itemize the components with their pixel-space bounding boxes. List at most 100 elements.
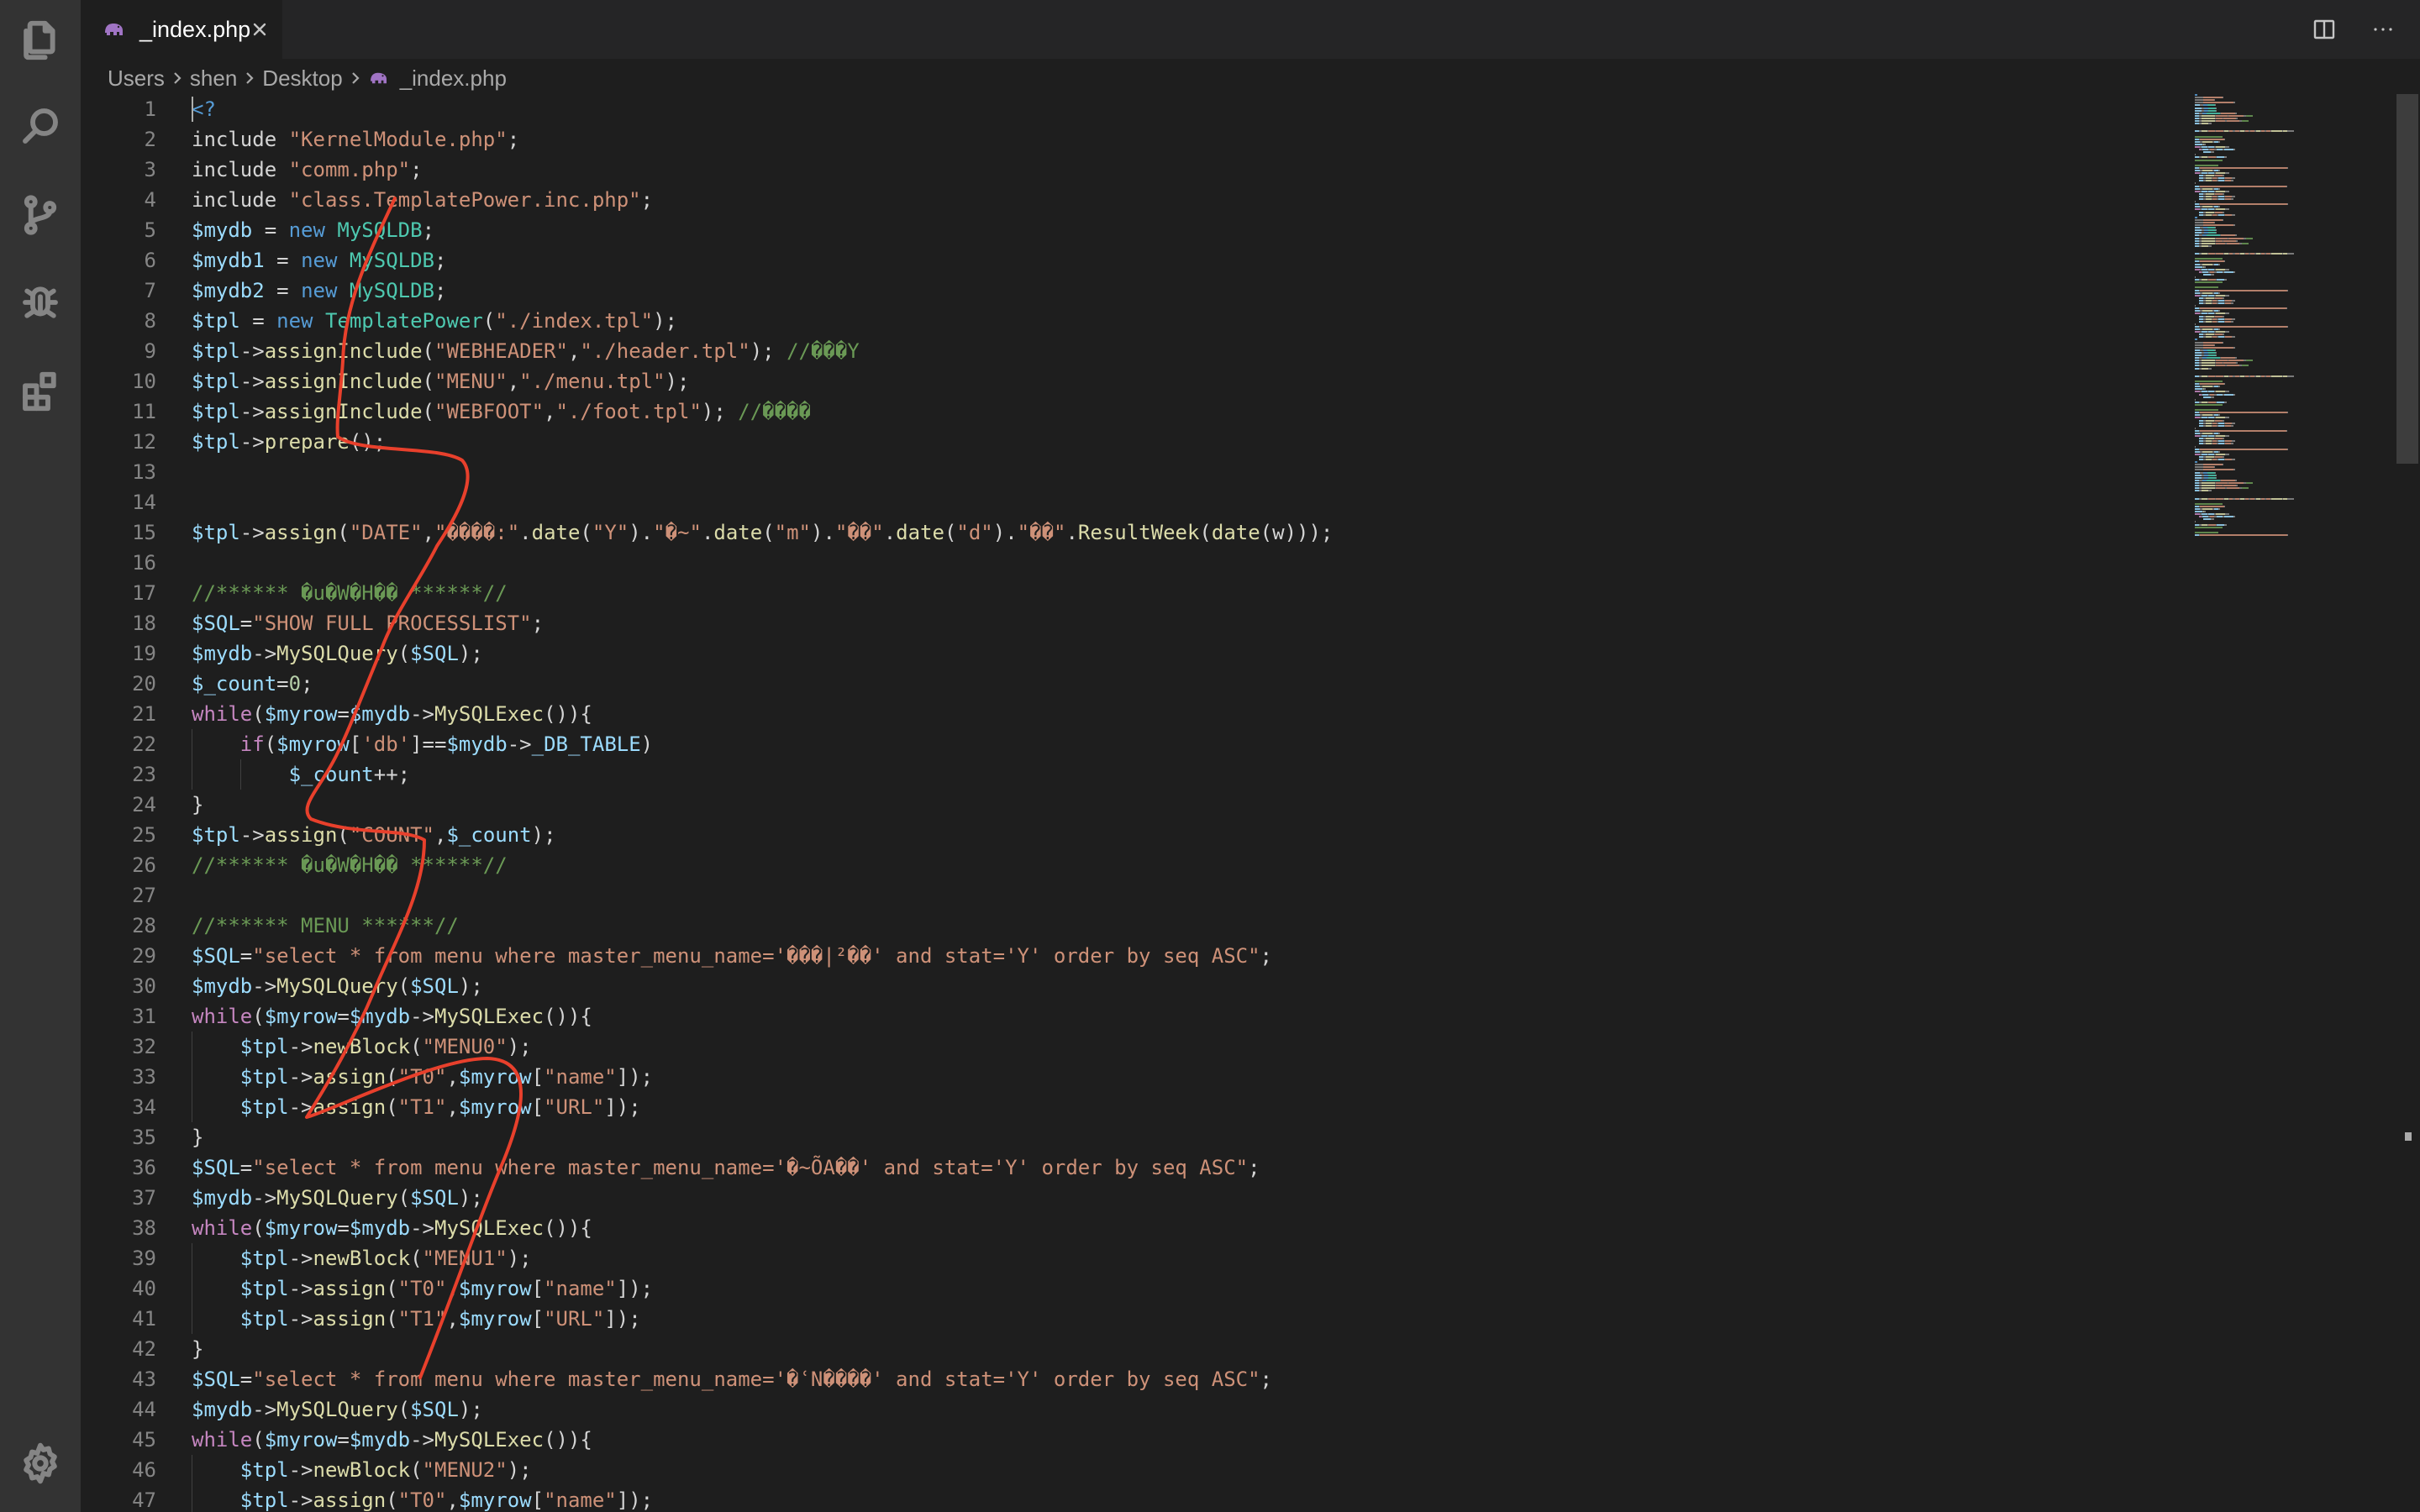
minimap-line bbox=[2217, 523, 2224, 526]
code-line[interactable]: $tpl->assign("T0",$myrow["name"]); bbox=[192, 1273, 2208, 1304]
minimap-line bbox=[2222, 419, 2224, 422]
code-editor[interactable]: 1 2 3 4 5 6 7 8 9 10 11 12 13 14 15 16 17 18 19 20 21 22 23 24 2… bbox=[81, 94, 2383, 1512]
code-line[interactable] bbox=[192, 548, 2208, 578]
close-tab-button[interactable] bbox=[249, 18, 271, 40]
code-line[interactable]: $tpl->assign("T1",$myrow["URL"]); bbox=[192, 1092, 2208, 1122]
code-line[interactable]: } bbox=[192, 1334, 2208, 1364]
code-line[interactable]: <? bbox=[192, 94, 2208, 124]
code-line[interactable]: $mydb->MySQLQuery($SQL); bbox=[192, 1394, 2208, 1425]
code-line[interactable]: $SQL="select * from menu where master_me… bbox=[192, 1152, 2208, 1183]
code-line[interactable]: $SQL="SHOW FULL PROCESSLIST"; bbox=[192, 608, 2208, 638]
minimap-line bbox=[2200, 448, 2287, 450]
code-token: ); bbox=[653, 309, 677, 333]
code-line[interactable]: $mydb->MySQLQuery($SQL); bbox=[192, 638, 2208, 669]
minimap-line bbox=[2222, 297, 2224, 299]
minimap-line bbox=[2217, 177, 2224, 180]
minimap-line bbox=[2201, 120, 2215, 122]
code-line[interactable]: $tpl->assign("T1",$myrow["URL"]); bbox=[192, 1304, 2208, 1334]
code-line[interactable]: while($myrow=$mydb->MySQLExec()){ bbox=[192, 1425, 2208, 1455]
minimap-line bbox=[2217, 198, 2224, 200]
code-line[interactable]: $mydb->MySQLQuery($SQL); bbox=[192, 1183, 2208, 1213]
code-line[interactable]: while($myrow=$mydb->MySQLExec()){ bbox=[192, 1001, 2208, 1032]
code-line[interactable]: $tpl->assign("COUNT",$_count); bbox=[192, 820, 2208, 850]
minimap-line bbox=[2216, 130, 2223, 133]
code-line[interactable] bbox=[192, 457, 2208, 487]
code-line[interactable]: include "KernelModule.php"; bbox=[192, 124, 2208, 155]
minimap-line bbox=[2195, 276, 2196, 278]
minimap[interactable] bbox=[2195, 94, 2396, 548]
code-line[interactable]: $tpl->prepare(); bbox=[192, 427, 2208, 457]
breadcrumb-file[interactable]: _index.php bbox=[368, 66, 507, 92]
code-line[interactable]: //****** MENU ******// bbox=[192, 911, 2208, 941]
code-line[interactable]: $tpl->newBlock("MENU1"); bbox=[192, 1243, 2208, 1273]
code-line[interactable]: $tpl->assignInclude("WEBHEADER","./heade… bbox=[192, 336, 2208, 366]
breadcrumb-users[interactable]: Users bbox=[108, 66, 165, 92]
code-line[interactable]: if($myrow['db']==$mydb->_DB_TABLE) bbox=[192, 729, 2208, 759]
code-token: ( bbox=[422, 400, 434, 423]
minimap-line bbox=[2208, 401, 2216, 403]
code-token: ( bbox=[386, 1307, 398, 1331]
code-line[interactable]: $SQL="select * from menu where master_me… bbox=[192, 941, 2208, 971]
minimap-line bbox=[2224, 156, 2227, 159]
code-token: newBlock bbox=[313, 1458, 411, 1482]
code-line[interactable]: $mydb = new MySQLDB; bbox=[192, 215, 2208, 245]
code-line[interactable]: //****** �u�W�H�� ******// bbox=[192, 578, 2208, 608]
minimap-line bbox=[2221, 234, 2235, 237]
code-token: ; bbox=[434, 279, 447, 302]
minimap-line bbox=[2214, 104, 2216, 107]
code-line[interactable]: $tpl->newBlock("MENU0"); bbox=[192, 1032, 2208, 1062]
code-token: _DB_TABLE bbox=[531, 732, 641, 756]
code-line[interactable] bbox=[192, 487, 2208, 517]
code-line[interactable]: $tpl->assignInclude("WEBFOOT","./foot.tp… bbox=[192, 396, 2208, 427]
code-line[interactable]: $mydb1 = new MySQLDB; bbox=[192, 245, 2208, 276]
minimap-line bbox=[2225, 435, 2230, 438]
minimap-line bbox=[2230, 302, 2234, 304]
minimap-line bbox=[2216, 351, 2217, 354]
code-line[interactable]: $tpl->assign("T0",$myrow["name"]); bbox=[192, 1485, 2208, 1512]
code-line[interactable]: while($myrow=$mydb->MySQLExec()){ bbox=[192, 1213, 2208, 1243]
more-actions-button[interactable] bbox=[2366, 13, 2400, 46]
code-line[interactable]: include "comm.php"; bbox=[192, 155, 2208, 185]
code-line[interactable] bbox=[192, 880, 2208, 911]
code-line[interactable]: $tpl->assign("DATE","����:".date("Y")."�… bbox=[192, 517, 2208, 548]
code-line[interactable]: while($myrow=$mydb->MySQLExec()){ bbox=[192, 699, 2208, 729]
minimap-line bbox=[2225, 336, 2232, 339]
code-token: "comm.php" bbox=[288, 158, 411, 181]
chevron-right-icon bbox=[242, 70, 257, 87]
code-token: ( bbox=[422, 339, 434, 363]
code-line[interactable]: //****** �u�W�H�� ******// bbox=[192, 850, 2208, 880]
code-line[interactable]: $tpl = new TemplatePower("./index.tpl"); bbox=[192, 306, 2208, 336]
code-line[interactable]: } bbox=[192, 1122, 2208, 1152]
minimap-line bbox=[2202, 386, 2213, 388]
minimap-line bbox=[2213, 344, 2215, 346]
explorer-button[interactable] bbox=[0, 0, 81, 81]
code-line[interactable]: $_count=0; bbox=[192, 669, 2208, 699]
code-line[interactable]: $mydb2 = new MySQLDB; bbox=[192, 276, 2208, 306]
tab-index-php[interactable]: _index.php bbox=[81, 0, 282, 59]
split-editor-button[interactable] bbox=[2307, 13, 2341, 46]
extensions-button[interactable] bbox=[0, 351, 81, 432]
code-line[interactable]: $SQL="select * from menu where master_me… bbox=[192, 1364, 2208, 1394]
code-line[interactable]: } bbox=[192, 790, 2208, 820]
code-line[interactable]: include "class.TemplatePower.inc.php"; bbox=[192, 185, 2208, 215]
breadcrumb-shen[interactable]: shen bbox=[190, 66, 237, 92]
code-token: -> bbox=[288, 1488, 313, 1512]
minimap-line bbox=[2217, 213, 2224, 216]
code-line[interactable]: $tpl->newBlock("MENU2"); bbox=[192, 1455, 2208, 1485]
search-button[interactable] bbox=[0, 86, 81, 166]
code-line[interactable]: $tpl->assign("T0",$myrow["name"]); bbox=[192, 1062, 2208, 1092]
minimap-line bbox=[2205, 177, 2212, 180]
code-line[interactable]: $tpl->assignInclude("MENU","./menu.tpl")… bbox=[192, 366, 2208, 396]
source-control-button[interactable] bbox=[0, 175, 81, 255]
minimap-line bbox=[2210, 518, 2214, 521]
scrollbar-thumb[interactable] bbox=[2396, 94, 2418, 464]
code-token: "SHOW FULL PROCESSLIST" bbox=[252, 612, 532, 635]
code-line[interactable]: $_count++; bbox=[192, 759, 2208, 790]
debug-button[interactable] bbox=[0, 262, 81, 343]
code-line[interactable]: $mydb->MySQLQuery($SQL); bbox=[192, 971, 2208, 1001]
minimap-line bbox=[2195, 469, 2203, 471]
code-area[interactable]: <? include "KernelModule.php"; include "co… bbox=[192, 94, 2208, 1512]
settings-button[interactable] bbox=[0, 1423, 81, 1504]
minimap-line bbox=[2216, 365, 2226, 367]
breadcrumb-desktop[interactable]: Desktop bbox=[262, 66, 342, 92]
